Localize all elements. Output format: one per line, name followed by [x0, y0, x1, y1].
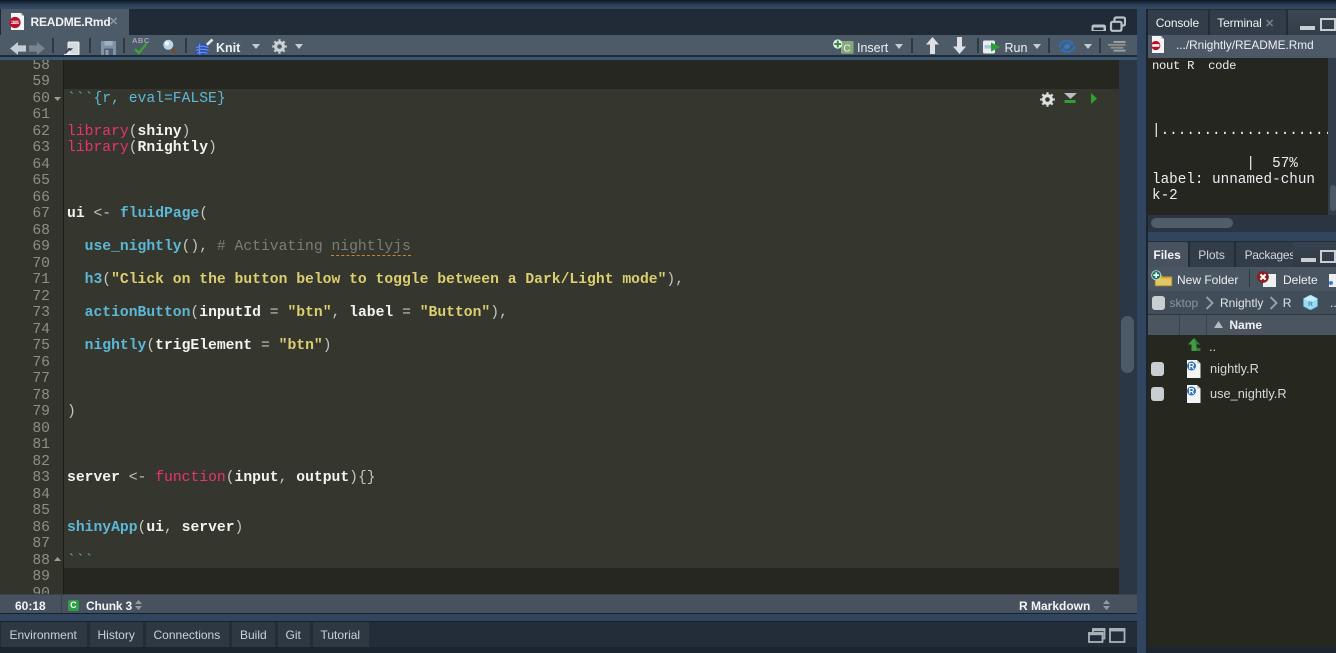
svg-text:R: R	[1189, 362, 1195, 371]
svg-text:R: R	[1189, 387, 1195, 396]
svg-text:R: R	[1308, 301, 1313, 308]
svg-text:C: C	[843, 43, 850, 54]
svg-text:Rmd: Rmd	[11, 21, 20, 25]
